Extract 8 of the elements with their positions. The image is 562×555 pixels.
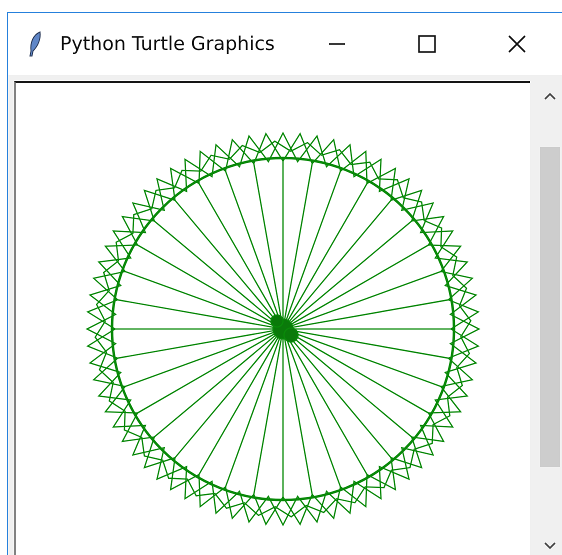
feather-icon bbox=[28, 31, 42, 57]
scroll-down-icon[interactable] bbox=[543, 541, 558, 551]
minimize-icon bbox=[329, 43, 345, 45]
maximize-icon bbox=[417, 34, 437, 54]
close-icon bbox=[507, 34, 527, 54]
scrollbar-thumb[interactable] bbox=[540, 147, 560, 467]
window-title: Python Turtle Graphics bbox=[60, 33, 275, 55]
scroll-up-icon[interactable] bbox=[543, 91, 558, 101]
